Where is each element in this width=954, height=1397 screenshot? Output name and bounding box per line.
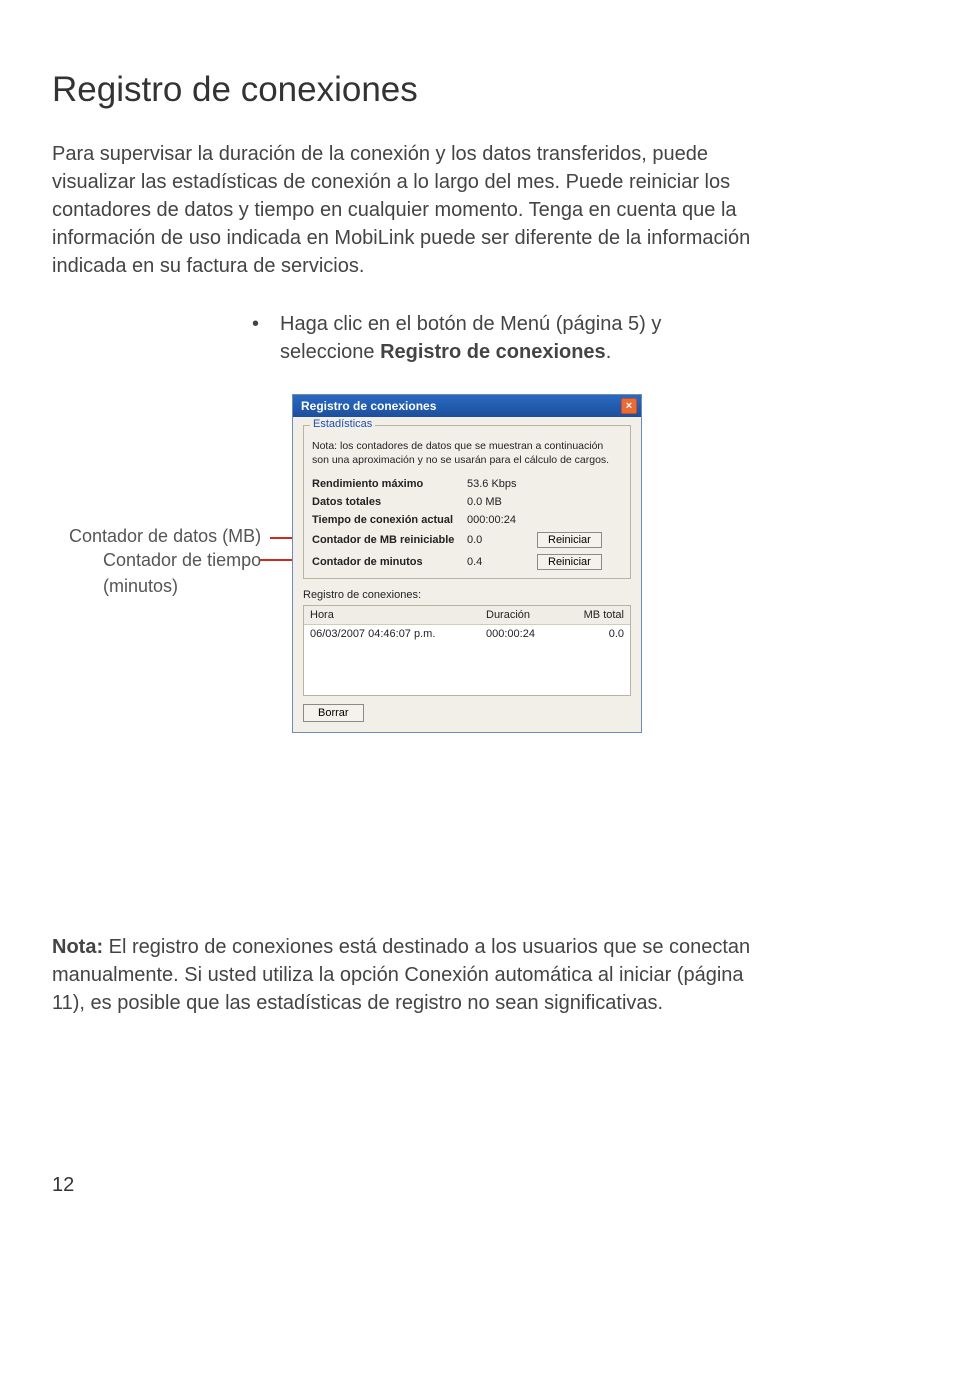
stat-label: Contador de MB reiniciable (312, 534, 467, 546)
stat-row-max-throughput: Rendimiento máximo 53.6 Kbps (312, 478, 622, 490)
dialog-title: Registro de conexiones (301, 399, 436, 413)
stat-label: Contador de minutos (312, 556, 467, 568)
page-number: 12 (52, 1174, 74, 1197)
stat-row-minutes-counter: Contador de minutos 0.4 Reiniciar (312, 554, 622, 570)
reset-min-button[interactable]: Reiniciar (537, 554, 602, 570)
stat-row-mb-counter: Contador de MB reiniciable 0.0 Reiniciar (312, 532, 622, 548)
borrar-button[interactable]: Borrar (303, 704, 364, 722)
callout-time-unit: (minutos) (103, 576, 178, 597)
groupbox-legend: Estadísticas (310, 418, 375, 430)
bullet-bold: Registro de conexiones (380, 341, 606, 363)
stats-note-1: Nota: los contadores de datos que se mue… (312, 440, 622, 452)
stats-groupbox: Estadísticas Nota: los contadores de dat… (303, 425, 631, 579)
stat-label: Rendimiento máximo (312, 478, 467, 490)
stat-row-total-data: Datos totales 0.0 MB (312, 496, 622, 508)
dialog-titlebar: Registro de conexiones × (293, 395, 641, 417)
nota-label: Nota: (52, 936, 103, 958)
callout-data-counter: Contador de datos (MB) (69, 526, 261, 547)
bullet-suffix: . (606, 341, 612, 363)
stat-row-current-time: Tiempo de conexión actual 000:00:24 (312, 514, 622, 526)
cell-mb: 0.0 (560, 625, 630, 643)
bullet-item: • Haga clic en el botón de Menú (página … (252, 310, 712, 366)
intro-paragraph: Para supervisar la duración de la conexi… (52, 140, 772, 280)
stat-value: 0.4 (467, 556, 537, 568)
log-table-header: Hora Duración MB total (304, 606, 630, 625)
nota-text: El registro de conexiones está destinado… (52, 936, 750, 1014)
dialog-window: Registro de conexiones × Estadísticas No… (292, 394, 642, 733)
page-title: Registro de conexiones (52, 70, 902, 110)
close-icon[interactable]: × (621, 398, 637, 414)
stat-value: 0.0 (467, 534, 537, 546)
stat-value: 0.0 MB (467, 496, 537, 508)
stat-label: Datos totales (312, 496, 467, 508)
col-hora: Hora (304, 606, 480, 624)
col-mb: MB total (560, 606, 630, 624)
reset-mb-button[interactable]: Reiniciar (537, 532, 602, 548)
figure-area: Contador de datos (MB) Contador de tiemp… (52, 394, 902, 733)
bullet-dot-icon: • (252, 310, 280, 366)
stat-value: 53.6 Kbps (467, 478, 537, 490)
col-dur: Duración (480, 606, 560, 624)
table-row: 06/03/2007 04:46:07 p.m. 000:00:24 0.0 (304, 625, 630, 643)
stat-label: Tiempo de conexión actual (312, 514, 467, 526)
stat-value: 000:00:24 (467, 514, 537, 526)
nota-paragraph: Nota: El registro de conexiones está des… (52, 933, 772, 1017)
stats-note-2: son una aproximación y no se usarán para… (312, 454, 622, 466)
callouts: Contador de datos (MB) Contador de tiemp… (52, 394, 292, 724)
log-table: Hora Duración MB total 06/03/2007 04:46:… (303, 605, 631, 696)
cell-hora: 06/03/2007 04:46:07 p.m. (304, 625, 480, 643)
callout-time-counter: Contador de tiempo (103, 550, 261, 571)
cell-dur: 000:00:24 (480, 625, 560, 643)
log-subhead: Registro de conexiones: (303, 589, 631, 601)
